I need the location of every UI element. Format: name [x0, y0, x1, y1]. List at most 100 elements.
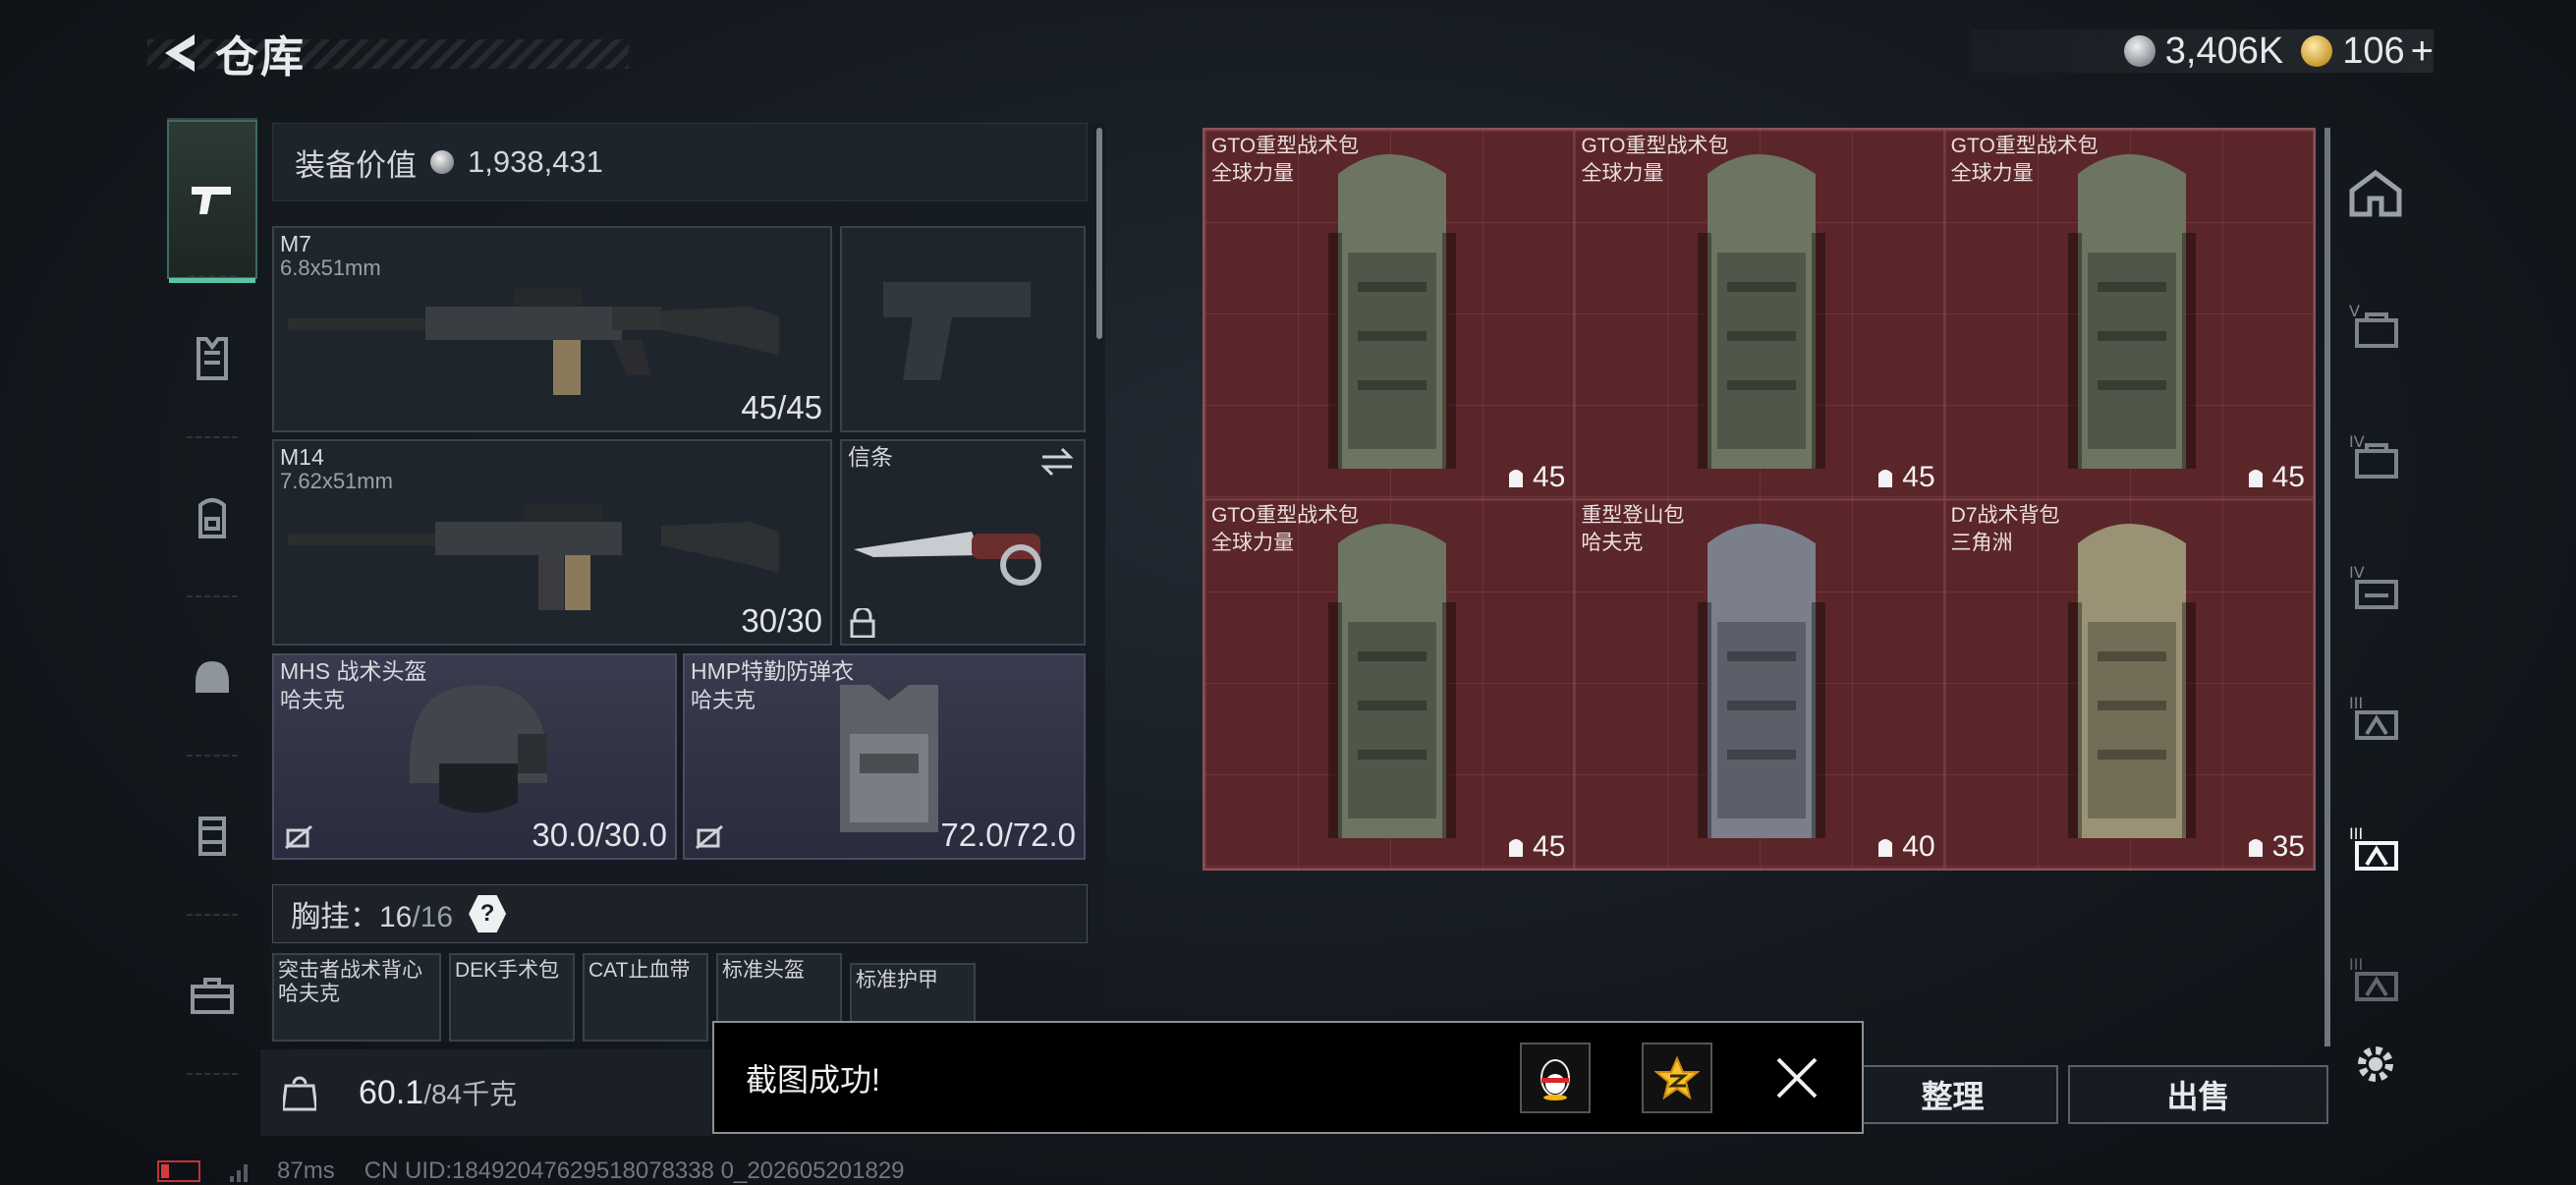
- chest-item-surgery-kit[interactable]: DEK手术包: [449, 953, 575, 1042]
- backpack-image: [2067, 154, 2196, 469]
- silver-currency: 3,406K: [2123, 29, 2284, 73]
- level-iii-active-icon: III: [2349, 824, 2398, 871]
- inventory-cell[interactable]: 重型登山包 哈夫克 40: [1574, 499, 1944, 869]
- qzone-star-icon: [1654, 1055, 1700, 1100]
- filter-level-v[interactable]: V: [2338, 258, 2413, 389]
- backpack-image: [1698, 154, 1826, 469]
- pistol-slot-empty[interactable]: [840, 226, 1086, 432]
- currency-bar: 3,406K 106 +: [1972, 29, 2434, 73]
- uid-text: CN UID:18492047629518078338 0_2026052018…: [364, 1157, 905, 1184]
- capacity-icon: [2248, 470, 2263, 487]
- pistol-icon: [192, 187, 231, 214]
- svg-text:III: III: [2349, 824, 2363, 843]
- settings-icon: [2358, 1046, 2393, 1082]
- swap-icon[interactable]: [1040, 447, 1074, 477]
- item-name: GTO重型战术包: [1211, 504, 1360, 527]
- filter-level-iv-alt[interactable]: IV: [2338, 520, 2413, 650]
- header: 仓库: [152, 22, 306, 85]
- rifle-image: [288, 289, 779, 395]
- sell-button[interactable]: 出售: [2068, 1065, 2328, 1124]
- backpack-image: [1328, 524, 1456, 838]
- item-name: D7战术背包: [1950, 504, 2060, 527]
- battery-icon: [157, 1160, 200, 1182]
- helmet-slot[interactable]: MHS 战术头盔 哈夫克 30.0/30.0: [272, 653, 677, 860]
- armor-image: [840, 685, 938, 832]
- item-name: 标准护甲: [856, 969, 938, 991]
- chest-item-vest[interactable]: 突击者战术背心 哈夫克: [272, 953, 441, 1042]
- ping-value: 87ms: [277, 1157, 335, 1184]
- inventory-cell[interactable]: GTO重型战术包 全球力量 45: [1204, 130, 1575, 499]
- weapon-name: M7: [280, 231, 311, 256]
- all-icon: [2349, 169, 2402, 216]
- chest-item-tourniquet[interactable]: CAT止血带: [583, 953, 708, 1042]
- inventory-cell[interactable]: D7战术背包 三角洲 35: [1943, 499, 2314, 869]
- filter-level-ii[interactable]: III: [2338, 912, 2413, 1043]
- capacity-icon: [1508, 470, 1523, 487]
- armor-brand: 哈夫克: [691, 688, 756, 712]
- inventory-scrollbar[interactable]: [2324, 128, 2330, 1046]
- level-ii-icon: III: [2349, 955, 2398, 1001]
- share-qzone-button[interactable]: [1642, 1042, 1712, 1113]
- capacity-badge: 45: [1505, 830, 1565, 864]
- share-qq-button[interactable]: [1520, 1042, 1591, 1113]
- level-iii-icon: III: [2349, 694, 2398, 740]
- level-iv-icon: IV: [2349, 432, 2398, 479]
- helmet-icon: [196, 661, 229, 693]
- capacity-badge: 45: [1505, 461, 1565, 494]
- filter-level-iii-active[interactable]: III: [2338, 781, 2413, 912]
- equipment-panel: 装备价值 1,938,431 M7 6.8x51mm 45/45 M14 7.6…: [270, 123, 1105, 1042]
- nav-helmet[interactable]: [167, 597, 257, 757]
- equipment-scrollbar[interactable]: [1096, 128, 1102, 339]
- weight-value: 60.1/84千克: [359, 1074, 518, 1111]
- svg-text:III: III: [2349, 955, 2363, 974]
- nav-backpack[interactable]: [167, 438, 257, 597]
- settings-button[interactable]: [2348, 1037, 2403, 1092]
- qq-icon: [1540, 1058, 1570, 1100]
- item-name: 突击者战术背心: [278, 959, 422, 982]
- helmet-durability: 30.0/30.0: [532, 817, 667, 853]
- item-name: GTO重型战术包: [1581, 135, 1729, 157]
- backpack-icon: [198, 498, 226, 538]
- inventory-cell[interactable]: GTO重型战术包 全球力量 45: [1574, 130, 1944, 499]
- nav-vest[interactable]: [167, 279, 257, 438]
- gold-coin-icon: [2301, 35, 2333, 67]
- help-button[interactable]: ?: [469, 895, 507, 932]
- item-name: GTO重型战术包: [1211, 135, 1360, 157]
- sort-button[interactable]: 整理: [1847, 1065, 2058, 1124]
- primary-weapon-slot[interactable]: M7 6.8x51mm 45/45: [272, 226, 832, 432]
- close-toast-button[interactable]: [1767, 1048, 1826, 1107]
- inventory-cell[interactable]: GTO重型战术包 全球力量 45: [1943, 130, 2314, 499]
- capacity-badge: 40: [1875, 830, 1935, 864]
- nav-chest-rig[interactable]: [167, 757, 257, 916]
- filter-level-iv[interactable]: IV: [2338, 389, 2413, 520]
- armor-slot[interactable]: HMP特勤防弹衣 哈夫克 72.0/72.0: [683, 653, 1086, 860]
- add-currency-button[interactable]: +: [2411, 29, 2434, 74]
- nav-case[interactable]: [167, 916, 257, 1075]
- nav-weapons[interactable]: [167, 120, 257, 283]
- gold-amount: 106: [2342, 29, 2405, 72]
- item-name: 标准头盔: [722, 959, 805, 982]
- item-brand: 哈夫克: [278, 983, 340, 1005]
- svg-text:III: III: [2349, 694, 2363, 712]
- item-name: DEK手术包: [455, 959, 560, 982]
- silver-amount: 3,406K: [2164, 29, 2284, 72]
- back-button[interactable]: [152, 26, 207, 81]
- filter-nav: V IV IV III III III: [2338, 128, 2413, 1130]
- inventory-cell[interactable]: GTO重型战术包 全球力量 45: [1204, 499, 1575, 869]
- inventory-grid: GTO重型战术包 全球力量 45 GTO重型战术包 全球力量 45 GTO重型战术包 全球力量…: [1203, 128, 2316, 871]
- filter-all[interactable]: [2338, 128, 2413, 258]
- item-brand: 哈夫克: [1581, 532, 1644, 554]
- melee-name: 信条: [848, 444, 893, 470]
- capacity-value: 45: [1532, 461, 1566, 493]
- chest-rig-icon: [198, 817, 226, 856]
- secondary-weapon-slot[interactable]: M14 7.62x51mm 30/30: [272, 439, 832, 646]
- backpack-image: [1328, 154, 1456, 469]
- chest-rig-bar: 胸挂：16/16 ?: [272, 884, 1088, 943]
- briefcase-icon: [191, 978, 234, 1014]
- melee-slot[interactable]: 信条: [840, 439, 1086, 646]
- vest-icon: [196, 337, 228, 380]
- lock-icon: [850, 608, 875, 638]
- filter-level-iii[interactable]: III: [2338, 650, 2413, 781]
- capacity-value: 45: [2271, 461, 2305, 493]
- capacity-value: 40: [1902, 830, 1935, 863]
